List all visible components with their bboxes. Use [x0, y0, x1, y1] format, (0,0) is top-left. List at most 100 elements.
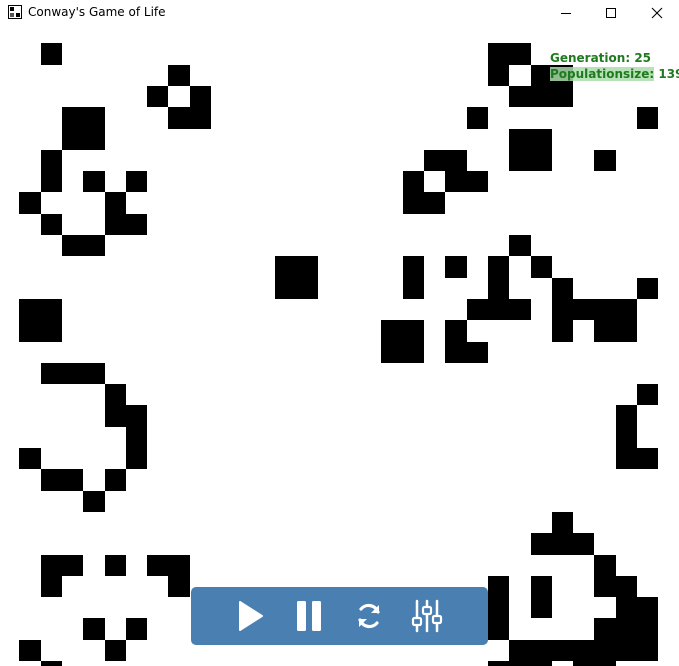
- live-cell[interactable]: [467, 342, 488, 363]
- live-cell[interactable]: [509, 235, 531, 256]
- live-cell[interactable]: [531, 533, 552, 555]
- live-cell[interactable]: [488, 43, 509, 65]
- live-cell[interactable]: [488, 256, 509, 278]
- live-cell[interactable]: [19, 299, 41, 320]
- live-cell[interactable]: [41, 150, 62, 171]
- live-cell[interactable]: [637, 107, 658, 129]
- live-cell[interactable]: [424, 150, 445, 171]
- live-cell[interactable]: [381, 342, 403, 363]
- live-cell[interactable]: [488, 278, 509, 299]
- live-cell[interactable]: [594, 618, 616, 640]
- live-cell[interactable]: [62, 555, 83, 576]
- live-cell[interactable]: [488, 618, 509, 640]
- live-cell[interactable]: [616, 320, 637, 342]
- live-cell[interactable]: [552, 299, 573, 320]
- live-cell[interactable]: [296, 256, 318, 278]
- live-cell[interactable]: [105, 469, 126, 491]
- live-cell[interactable]: [467, 171, 488, 192]
- live-cell[interactable]: [168, 576, 190, 597]
- live-cell[interactable]: [616, 597, 637, 618]
- live-cell[interactable]: [509, 129, 531, 150]
- live-cell[interactable]: [41, 363, 62, 384]
- live-cell[interactable]: [83, 618, 105, 640]
- live-cell[interactable]: [616, 640, 637, 661]
- live-cell[interactable]: [126, 448, 147, 469]
- live-cell[interactable]: [168, 555, 190, 576]
- live-cell[interactable]: [594, 640, 616, 661]
- minimize-button[interactable]: [543, 0, 589, 26]
- play-button[interactable]: [229, 595, 271, 637]
- live-cell[interactable]: [445, 320, 467, 342]
- live-cell[interactable]: [105, 384, 126, 405]
- live-cell[interactable]: [552, 512, 573, 533]
- live-cell[interactable]: [594, 555, 616, 576]
- live-cell[interactable]: [637, 384, 658, 405]
- live-cell[interactable]: [445, 256, 467, 278]
- live-cell[interactable]: [616, 405, 637, 427]
- live-cell[interactable]: [275, 256, 296, 278]
- live-cell[interactable]: [637, 640, 658, 661]
- cell-grid[interactable]: [0, 26, 679, 666]
- live-cell[interactable]: [445, 150, 467, 171]
- live-cell[interactable]: [488, 576, 509, 597]
- live-cell[interactable]: [573, 640, 594, 661]
- live-cell[interactable]: [41, 555, 62, 576]
- live-cell[interactable]: [531, 86, 552, 107]
- live-cell[interactable]: [62, 469, 83, 491]
- live-cell[interactable]: [296, 278, 318, 299]
- settings-button[interactable]: [406, 595, 448, 637]
- maximize-button[interactable]: [588, 0, 634, 26]
- live-cell[interactable]: [41, 214, 62, 235]
- live-cell[interactable]: [83, 491, 105, 512]
- live-cell[interactable]: [509, 661, 531, 666]
- live-cell[interactable]: [552, 640, 573, 661]
- close-button[interactable]: [634, 0, 679, 26]
- live-cell[interactable]: [594, 661, 616, 666]
- live-cell[interactable]: [573, 299, 594, 320]
- live-cell[interactable]: [19, 448, 41, 469]
- live-cell[interactable]: [62, 235, 83, 256]
- live-cell[interactable]: [445, 342, 467, 363]
- live-cell[interactable]: [616, 427, 637, 448]
- live-cell[interactable]: [531, 150, 552, 171]
- live-cell[interactable]: [637, 278, 658, 299]
- live-cell[interactable]: [573, 533, 594, 555]
- live-cell[interactable]: [41, 469, 62, 491]
- live-cell[interactable]: [616, 618, 637, 640]
- live-cell[interactable]: [83, 171, 105, 192]
- live-cell[interactable]: [105, 214, 126, 235]
- live-cell[interactable]: [41, 43, 62, 65]
- live-cell[interactable]: [403, 342, 424, 363]
- live-cell[interactable]: [637, 448, 658, 469]
- live-cell[interactable]: [531, 65, 552, 86]
- live-cell[interactable]: [126, 214, 147, 235]
- live-cell[interactable]: [573, 661, 594, 666]
- live-cell[interactable]: [126, 171, 147, 192]
- live-cell[interactable]: [62, 363, 83, 384]
- live-cell[interactable]: [41, 171, 62, 192]
- live-cell[interactable]: [531, 640, 552, 661]
- live-cell[interactable]: [637, 618, 658, 640]
- live-cell[interactable]: [424, 192, 445, 214]
- live-cell[interactable]: [41, 299, 62, 320]
- live-cell[interactable]: [531, 256, 552, 278]
- live-cell[interactable]: [509, 299, 531, 320]
- live-cell[interactable]: [445, 171, 467, 192]
- live-cell[interactable]: [403, 192, 424, 214]
- live-cell[interactable]: [616, 576, 637, 597]
- live-cell[interactable]: [594, 299, 616, 320]
- live-cell[interactable]: [594, 576, 616, 597]
- live-cell[interactable]: [403, 320, 424, 342]
- game-board[interactable]: Generation: 25 Populationsize: 139: [0, 26, 679, 666]
- live-cell[interactable]: [594, 320, 616, 342]
- live-cell[interactable]: [403, 171, 424, 192]
- live-cell[interactable]: [19, 192, 41, 214]
- live-cell[interactable]: [509, 86, 531, 107]
- live-cell[interactable]: [403, 278, 424, 299]
- live-cell[interactable]: [403, 256, 424, 278]
- live-cell[interactable]: [552, 533, 573, 555]
- live-cell[interactable]: [19, 640, 41, 661]
- live-cell[interactable]: [190, 86, 211, 107]
- live-cell[interactable]: [105, 192, 126, 214]
- live-cell[interactable]: [83, 129, 105, 150]
